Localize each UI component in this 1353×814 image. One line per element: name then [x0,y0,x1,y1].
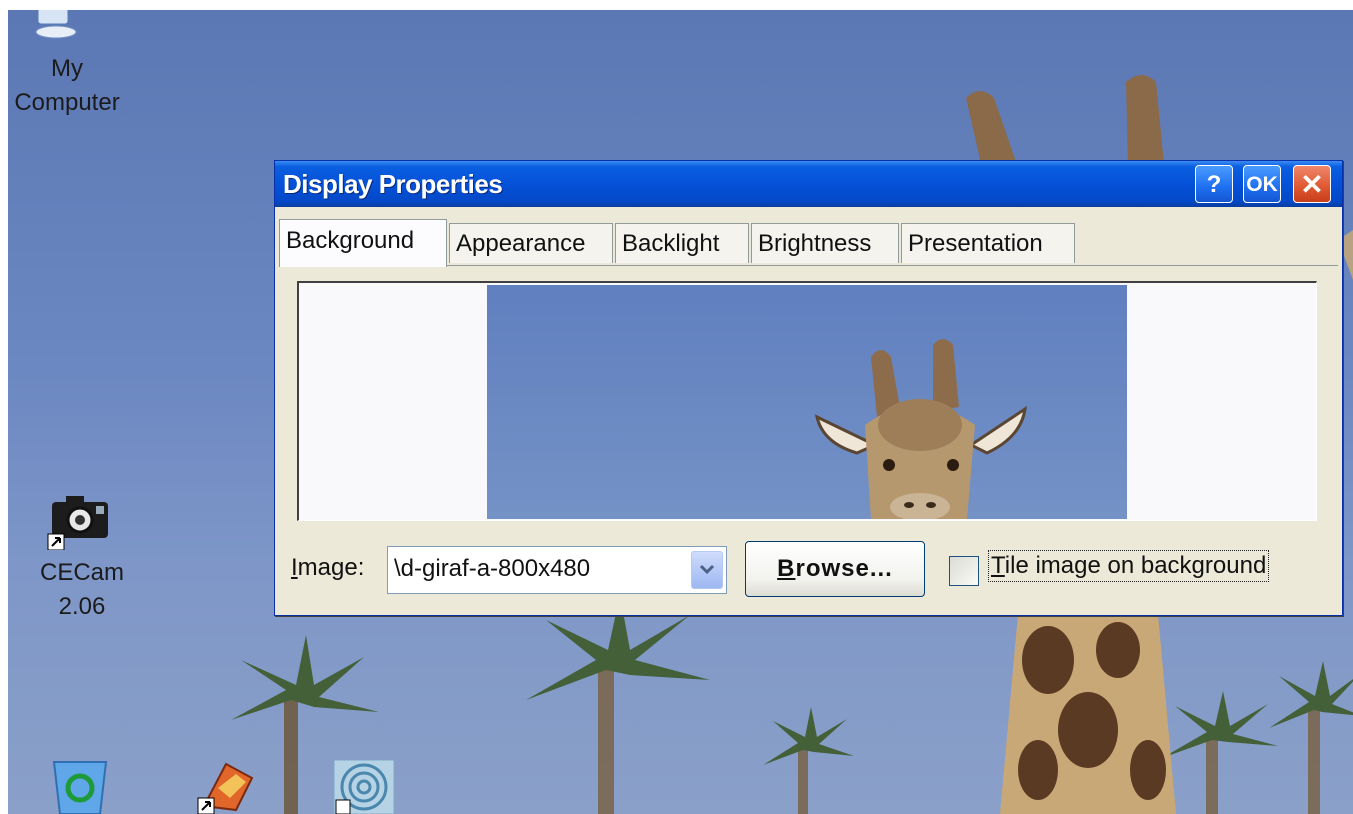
help-button[interactable]: ? [1195,165,1233,203]
combobox-dropdown-button[interactable] [691,551,723,589]
image-label: Image: [291,554,364,582]
chevron-down-icon [699,564,715,575]
ok-button[interactable]: OK [1243,165,1281,203]
image-combobox[interactable]: \d-giraf-a-800x480 [387,546,727,594]
camera-icon[interactable] [46,488,114,550]
image-combobox-value: \d-giraf-a-800x480 [394,555,591,582]
browse-accel: B [777,555,796,582]
cecam-label[interactable]: CECam 2.06 [20,556,144,624]
giraffe-preview-picture [814,339,1027,519]
browse-rest: rowse... [795,555,893,582]
browse-button[interactable]: Browse... [745,541,925,597]
shortcut-app-icon[interactable] [196,758,258,814]
tab-appearance[interactable]: Appearance [449,223,613,263]
dialog-title: Display Properties [283,169,503,199]
tab-presentation[interactable]: Presentation [901,223,1075,263]
close-button[interactable]: ✕ [1293,165,1331,203]
tile-label-rest: ile image on background [1004,552,1267,579]
my-computer-label-line1: My [51,55,83,82]
background-preview [297,281,1317,521]
preview-image [487,285,1127,519]
tile-image-checkbox[interactable] [949,556,979,586]
recycle-bin-icon[interactable] [48,756,112,814]
image-label-rest: mage: [297,554,365,581]
cecam-label-line1: CECam [39,559,124,586]
tab-background[interactable]: Background [279,219,447,267]
tile-image-label[interactable]: Tile image on background [987,550,1270,582]
tab-brightness[interactable]: Brightness [751,223,899,263]
tile-label-accel: T [991,552,1005,579]
my-computer-label-line2: Computer [14,89,120,116]
tab-backlight[interactable]: Backlight [615,223,749,263]
display-properties-dialog: Display Properties ? OK ✕ Background App… [274,160,1343,616]
my-computer-icon[interactable] [34,10,80,40]
my-computer-label[interactable]: My Computer [8,52,132,120]
dialog-titlebar[interactable]: Display Properties ? OK ✕ [275,161,1342,207]
image-label-accel: I [291,554,298,581]
cecam-label-line2: 2.06 [58,593,106,620]
shortcut-spiral-icon[interactable] [330,760,398,814]
